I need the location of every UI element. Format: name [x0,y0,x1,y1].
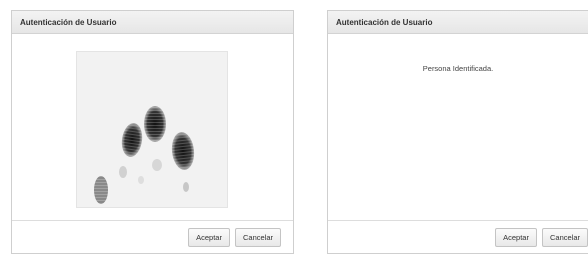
cancel-button[interactable]: Cancelar [234,227,281,247]
authentication-dialog-fingerprint: Autenticación de Usuario Aceptar Cancela… [11,10,294,254]
dialog-footer: Aceptar Cancelar [328,220,588,253]
authentication-dialog-result: Autenticación de Usuario Persona Identif… [327,10,588,254]
cancel-button[interactable]: Cancelar [541,227,588,247]
dialog-header: Autenticación de Usuario [12,11,293,34]
accept-button[interactable]: Aceptar [495,227,537,247]
screen: Autenticación de Usuario Aceptar Cancela… [0,0,588,254]
dialog-title: Autenticación de Usuario [20,17,117,27]
dialog-body: Persona Identificada. [328,34,588,224]
dialog-header: Autenticación de Usuario [328,11,588,34]
status-message: Persona Identificada. [422,64,494,73]
dialog-body [12,34,293,224]
dialog-footer: Aceptar Cancelar [12,220,293,253]
accept-button[interactable]: Aceptar [188,227,230,247]
dialog-title: Autenticación de Usuario [336,17,433,27]
fingerprint-icon [94,106,195,204]
fingerprint-scan-image [76,51,228,208]
